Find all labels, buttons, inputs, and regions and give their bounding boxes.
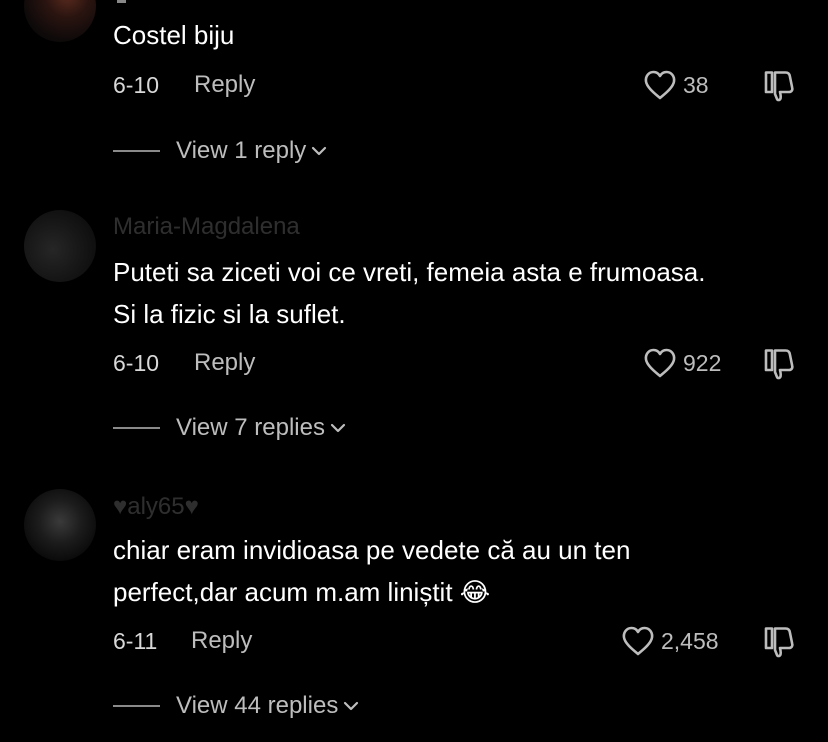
comment-meta: 6-10 Reply 922 — [113, 346, 803, 380]
view-replies-button[interactable]: View 44 replies — [113, 689, 360, 723]
avatar[interactable] — [24, 0, 96, 42]
view-replies-label: View 7 replies — [176, 414, 325, 441]
like-button[interactable]: 922 — [643, 346, 721, 380]
comment-date: 6-11 — [113, 628, 158, 654]
heart-outline-icon — [644, 348, 676, 378]
divider-line — [113, 705, 160, 707]
comment-date: 6-10 — [113, 350, 160, 376]
comment-meta: 6-11 Reply 2,458 — [113, 624, 803, 658]
chevron-down-icon — [312, 146, 327, 156]
like-button[interactable]: 38 — [643, 68, 709, 102]
comment-item: Maria-Magdalena Puteti sa ziceti voi ce … — [0, 205, 828, 465]
view-replies-button[interactable]: View 1 reply — [113, 134, 328, 168]
heart-outline-icon — [644, 70, 676, 100]
like-button[interactable]: 2,458 — [621, 624, 719, 658]
comment-username[interactable]: Maria-Magdalena — [113, 213, 300, 241]
chevron-down-icon — [330, 423, 346, 433]
comment-date: 6-10 — [113, 72, 160, 98]
thumbs-down-icon[interactable] — [762, 68, 798, 102]
avatar[interactable] — [24, 210, 96, 282]
like-count: 922 — [683, 349, 722, 376]
view-replies-button[interactable]: View 7 replies — [113, 411, 347, 445]
comment-item: ♥aly65♥ chiar eram invidioasa pe vedete … — [0, 485, 828, 742]
divider-line — [113, 150, 160, 152]
comment-username[interactable]: ♥aly65♥ — [113, 493, 199, 521]
reply-button[interactable]: Reply — [191, 624, 252, 658]
view-replies-label: View 1 reply — [176, 137, 307, 164]
heart-outline-icon — [622, 626, 654, 656]
divider-line — [113, 427, 160, 429]
comment-text: chiar eram invidioasa pe vedete că au un… — [113, 535, 631, 607]
avatar[interactable] — [24, 489, 96, 561]
comment-text: Puteti sa ziceti voi ce vreti, femeia as… — [113, 257, 706, 329]
reply-button[interactable]: Reply — [194, 68, 255, 102]
thumbs-down-icon[interactable] — [762, 624, 798, 658]
thumbs-down-icon[interactable] — [762, 346, 798, 380]
like-count: 2,458 — [661, 627, 719, 654]
comment-item: Costel biju 6-10 Reply 38 View 1 reply — [0, 0, 828, 180]
like-count: 38 — [683, 71, 709, 98]
view-replies-label: View 44 replies — [176, 692, 339, 719]
comment-text: Costel biju — [113, 20, 235, 50]
comment-meta: 6-10 Reply 38 — [113, 68, 803, 102]
chevron-down-icon — [344, 701, 359, 711]
reply-button[interactable]: Reply — [194, 346, 255, 380]
